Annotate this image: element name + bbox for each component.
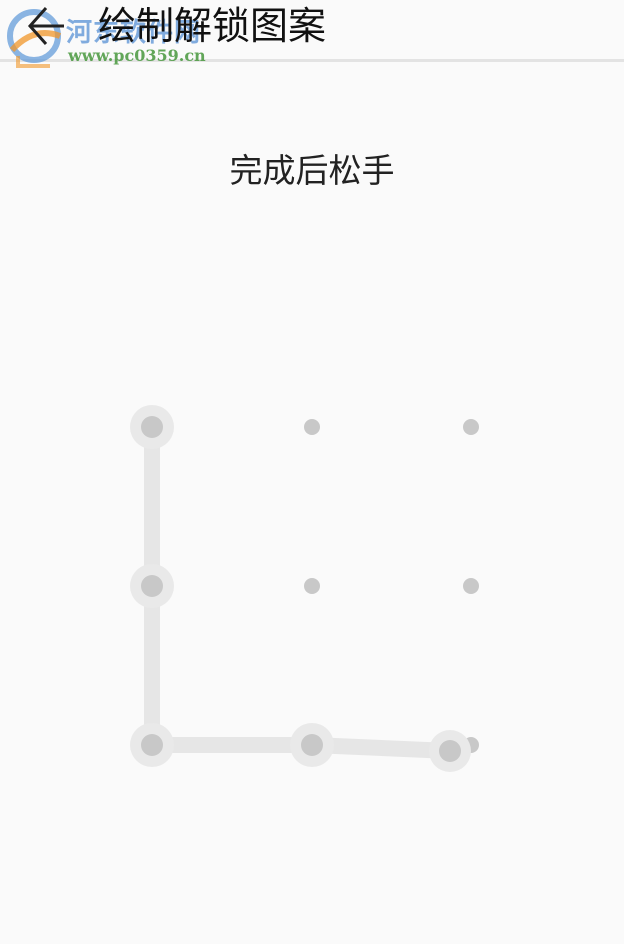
pattern-node-4[interactable] [141, 575, 163, 597]
pattern-node-5[interactable] [304, 578, 320, 594]
pattern-node-8[interactable] [301, 734, 323, 756]
pattern-node-7[interactable] [141, 734, 163, 756]
pattern-grid[interactable] [0, 0, 624, 944]
pattern-drag-point[interactable] [439, 740, 461, 762]
pattern-node-6[interactable] [463, 578, 479, 594]
pattern-node-3[interactable] [463, 419, 479, 435]
lock-pattern-screen: 河东软件网 www.pc0359.cn 绘制解锁图案 完成后松手 [0, 0, 624, 944]
pattern-node-1[interactable] [141, 416, 163, 438]
pattern-node-2[interactable] [304, 419, 320, 435]
pattern-line [144, 419, 458, 759]
